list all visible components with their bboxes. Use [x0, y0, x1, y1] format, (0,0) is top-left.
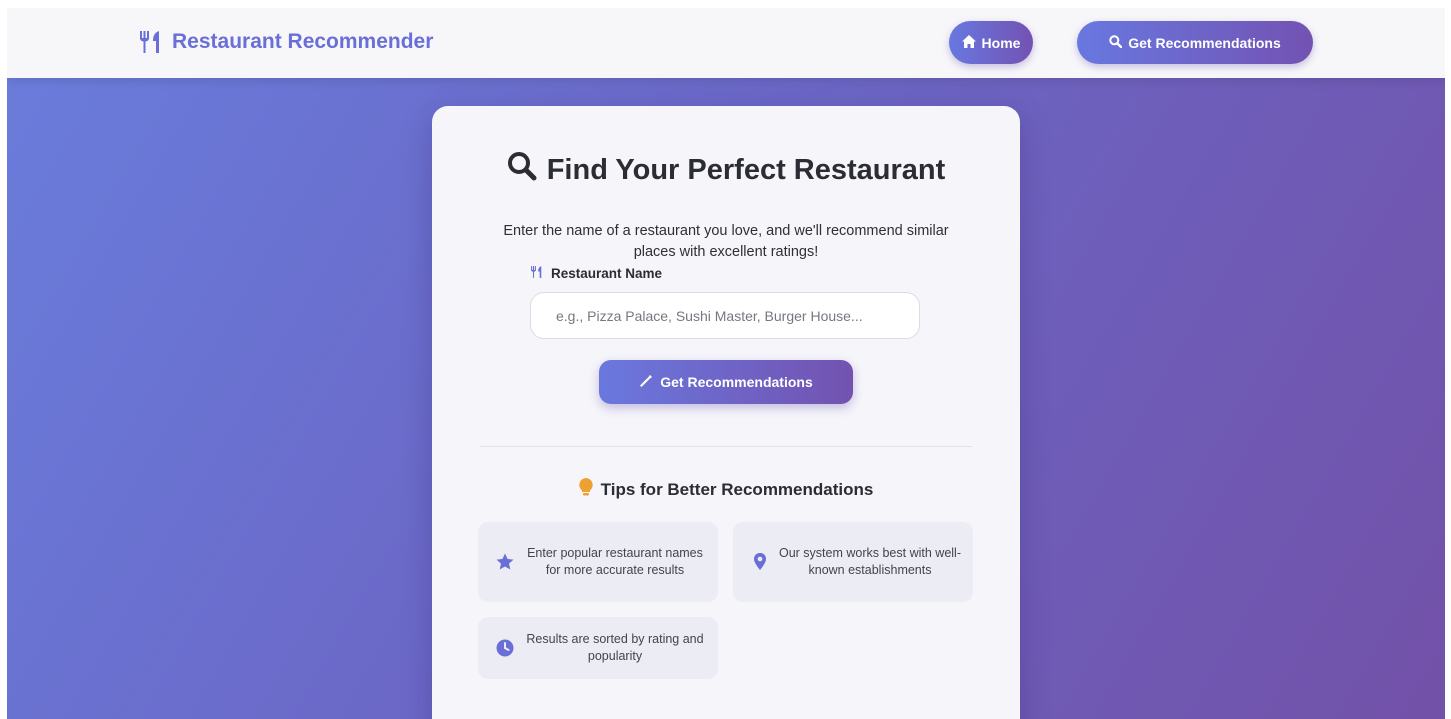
- intro-text: Enter the name of a restaurant you love,…: [503, 223, 949, 260]
- home-label: Home: [981, 34, 1021, 51]
- tips-title-text: Tips for Better Recommendations: [600, 479, 874, 499]
- page-title-text: Find Your Perfect Restaurant: [546, 153, 946, 186]
- star-icon: [495, 552, 515, 572]
- tip-text: Enter popular restaurant names for more …: [527, 546, 703, 577]
- restaurant-name-label: Restaurant Name: [530, 266, 662, 281]
- utensils-icon: [138, 31, 164, 53]
- search-icon: [1109, 34, 1123, 51]
- tip-card: Our system works best with well-known es…: [733, 522, 973, 602]
- lightbulb-icon: [578, 478, 593, 501]
- utensils-icon: [530, 266, 544, 281]
- app-frame: Restaurant Recommender Home Get Recommen…: [7, 8, 1445, 719]
- page-title: Find Your Perfect Restaurant: [432, 151, 1020, 189]
- divider: [480, 446, 972, 447]
- brand-logo[interactable]: Restaurant Recommender: [138, 30, 433, 54]
- home-icon: [961, 34, 976, 51]
- get-recommendations-label: Get Recommendations: [660, 374, 813, 390]
- tips-title: Tips for Better Recommendations: [432, 478, 1020, 501]
- tip-card: Enter popular restaurant names for more …: [478, 522, 718, 602]
- search-icon: [507, 151, 537, 189]
- brand-title: Restaurant Recommender: [172, 30, 434, 53]
- magic-wand-icon: [639, 374, 653, 391]
- get-recommendations-nav-button[interactable]: Get Recommendations: [1077, 21, 1313, 64]
- get-recommendations-button[interactable]: Get Recommendations: [599, 360, 853, 404]
- get-recommendations-nav-label: Get Recommendations: [1128, 34, 1281, 51]
- tip-text: Results are sorted by rating and popular…: [526, 632, 704, 663]
- restaurant-name-label-text: Restaurant Name: [551, 266, 663, 281]
- map-marker-icon: [750, 552, 770, 572]
- search-card: Find Your Perfect Restaurant Enter the n…: [432, 106, 1020, 719]
- navbar: Restaurant Recommender Home Get Recommen…: [7, 8, 1445, 78]
- tip-text: Our system works best with well-known es…: [779, 546, 961, 577]
- restaurant-name-input[interactable]: [530, 292, 920, 339]
- home-button[interactable]: Home: [949, 21, 1033, 64]
- tip-card: Results are sorted by rating and popular…: [478, 617, 718, 679]
- clock-icon: [495, 638, 515, 658]
